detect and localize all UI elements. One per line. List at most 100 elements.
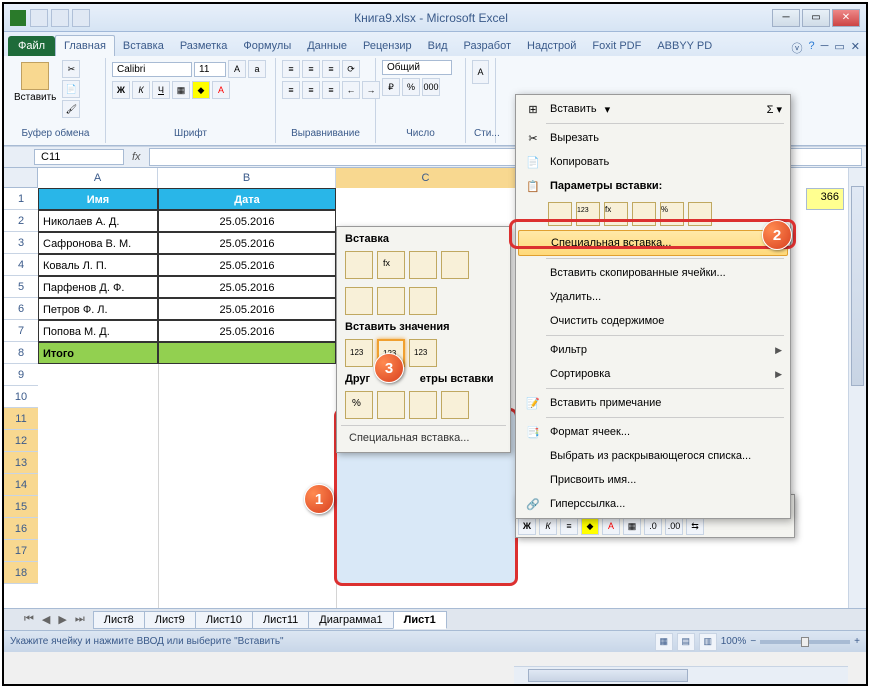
table-header-date[interactable]: Дата [158, 188, 336, 210]
minimize-button[interactable]: ─ [772, 9, 800, 27]
row-header[interactable]: 14 [4, 474, 38, 496]
cut-icon[interactable]: ✂ [62, 60, 80, 78]
ctx-paste-values-icon[interactable]: 123 [576, 202, 600, 226]
doc-max-icon[interactable]: ▭ [834, 40, 844, 56]
mini-font-color-icon[interactable]: A [602, 517, 620, 535]
ctx-paste-formulas-icon[interactable]: fx [604, 202, 628, 226]
file-tab[interactable]: Файл [8, 36, 55, 56]
mini-merge-icon[interactable]: ⇆ [686, 517, 704, 535]
tab-review[interactable]: Рецензир [355, 36, 420, 56]
font-name-select[interactable]: Calibri [112, 62, 192, 77]
paste-formatting-icon[interactable]: % [345, 391, 373, 419]
qat-save-icon[interactable] [30, 9, 48, 27]
view-layout-icon[interactable]: ▤ [677, 633, 695, 651]
comma-icon[interactable]: 000 [422, 78, 440, 96]
currency-icon[interactable]: ₽ [382, 78, 400, 96]
font-size-select[interactable]: 11 [194, 62, 226, 77]
row-header[interactable]: 6 [4, 298, 38, 320]
view-normal-icon[interactable]: ▦ [655, 633, 673, 651]
tab-view[interactable]: Вид [420, 36, 456, 56]
row-header[interactable]: 8 [4, 342, 38, 364]
paste-picture-icon[interactable] [409, 391, 437, 419]
menu-cut[interactable]: ✂ Вырезать [518, 126, 788, 150]
maximize-button[interactable]: ▭ [802, 9, 830, 27]
horizontal-scrollbar[interactable] [514, 666, 848, 684]
cell-name[interactable]: Петров Ф. Л. [38, 298, 158, 320]
col-header-c[interactable]: C [336, 168, 516, 188]
cell-name[interactable]: Коваль Л. П. [38, 254, 158, 276]
cell-name[interactable]: Парфенов Д. Ф. [38, 276, 158, 298]
menu-format-cells[interactable]: 📑 Формат ячеек... [518, 420, 788, 444]
tab-addins[interactable]: Надстрой [519, 36, 584, 56]
menu-clear[interactable]: Очистить содержимое [518, 309, 788, 333]
font-color-icon[interactable]: A [212, 81, 230, 99]
ctx-paste-formatting-icon[interactable]: % [660, 202, 684, 226]
sheet-tab[interactable]: Лист11 [252, 611, 309, 629]
paste-transpose-icon[interactable] [409, 287, 437, 315]
menu-delete[interactable]: Удалить... [518, 285, 788, 309]
underline-button[interactable]: Ч [152, 81, 170, 99]
italic-button[interactable]: К [132, 81, 150, 99]
borders-icon[interactable]: ▦ [172, 81, 190, 99]
menu-define-name[interactable]: Присвоить имя... [518, 468, 788, 492]
row-header[interactable]: 5 [4, 276, 38, 298]
fill-color-icon[interactable]: ◆ [192, 81, 210, 99]
cell-date[interactable]: 25.05.2016 [158, 298, 336, 320]
tab-formulas[interactable]: Формулы [235, 36, 299, 56]
sheet-nav-last-icon[interactable]: ⏭ [75, 613, 85, 626]
vertical-scrollbar[interactable] [848, 168, 866, 608]
menu-comment[interactable]: 📝 Вставить примечание [518, 391, 788, 415]
mini-italic-button[interactable]: К [539, 517, 557, 535]
name-box[interactable]: C11 [34, 149, 124, 165]
ctx-paste-transpose-icon[interactable] [632, 202, 656, 226]
align-left-icon[interactable]: ≡ [282, 81, 300, 99]
mini-dec-decimal-icon[interactable]: .0 [644, 517, 662, 535]
increase-font-icon[interactable]: A [228, 60, 246, 78]
sheet-nav-first-icon[interactable]: ⏮ [24, 613, 34, 626]
col-header-b[interactable]: B [158, 168, 336, 188]
paste-special-menu-item[interactable]: Специальная вставка... [341, 428, 506, 448]
cell-name[interactable]: Сафронова В. М. [38, 232, 158, 254]
fx-icon[interactable]: fx [124, 151, 149, 163]
row-header[interactable]: 18 [4, 562, 38, 584]
row-header[interactable]: 2 [4, 210, 38, 232]
cell-date[interactable]: 25.05.2016 [158, 320, 336, 342]
menu-insert-copied[interactable]: Вставить скопированные ячейки... [518, 261, 788, 285]
zoom-level[interactable]: 100% [721, 636, 747, 647]
row-header[interactable]: 16 [4, 518, 38, 540]
qat-redo-icon[interactable] [72, 9, 90, 27]
row-header[interactable]: 12 [4, 430, 38, 452]
align-top-icon[interactable]: ≡ [282, 60, 300, 78]
decrease-font-icon[interactable]: a [248, 60, 266, 78]
menu-sort[interactable]: Сортировка ▶ [518, 362, 788, 386]
view-pagebreak-icon[interactable]: ▥ [699, 633, 717, 651]
partial-cell[interactable]: 366 [806, 188, 844, 210]
menu-paste-special[interactable]: Специальная вставка... ▶ [518, 230, 788, 256]
qat-undo-icon[interactable] [51, 9, 69, 27]
row-header[interactable]: 17 [4, 540, 38, 562]
cell-date[interactable]: 25.05.2016 [158, 210, 336, 232]
row-header[interactable]: 10 [4, 386, 38, 408]
percent-icon[interactable]: % [402, 78, 420, 96]
sheet-tab[interactable]: Лист8 [93, 611, 145, 629]
sheet-tab[interactable]: Лист10 [195, 611, 253, 629]
paste-no-borders-icon[interactable] [345, 287, 373, 315]
sheet-tab-active[interactable]: Лист1 [393, 611, 447, 629]
paste-col-widths-icon[interactable] [377, 287, 405, 315]
tab-layout[interactable]: Разметка [172, 36, 236, 56]
paste-formulas-format-icon[interactable] [409, 251, 437, 279]
menu-insert[interactable]: ⊞ Вставить ▾ Σ ▾ [518, 97, 788, 121]
select-all-corner[interactable] [4, 168, 38, 188]
paste-link-icon[interactable] [377, 391, 405, 419]
ctx-paste-link-icon[interactable] [688, 202, 712, 226]
menu-filter[interactable]: Фильтр ▶ [518, 338, 788, 362]
number-format-select[interactable]: Общий [382, 60, 452, 75]
sheet-nav-prev-icon[interactable]: ◀ [42, 613, 50, 626]
paste-formulas-icon[interactable]: fx [377, 251, 405, 279]
row-header[interactable]: 15 [4, 496, 38, 518]
row-header[interactable]: 3 [4, 232, 38, 254]
doc-close-icon[interactable]: ✕ [851, 40, 860, 56]
cell-name[interactable]: Николаев А. Д. [38, 210, 158, 232]
cell-date[interactable]: 25.05.2016 [158, 276, 336, 298]
cell-date[interactable]: 25.05.2016 [158, 254, 336, 276]
